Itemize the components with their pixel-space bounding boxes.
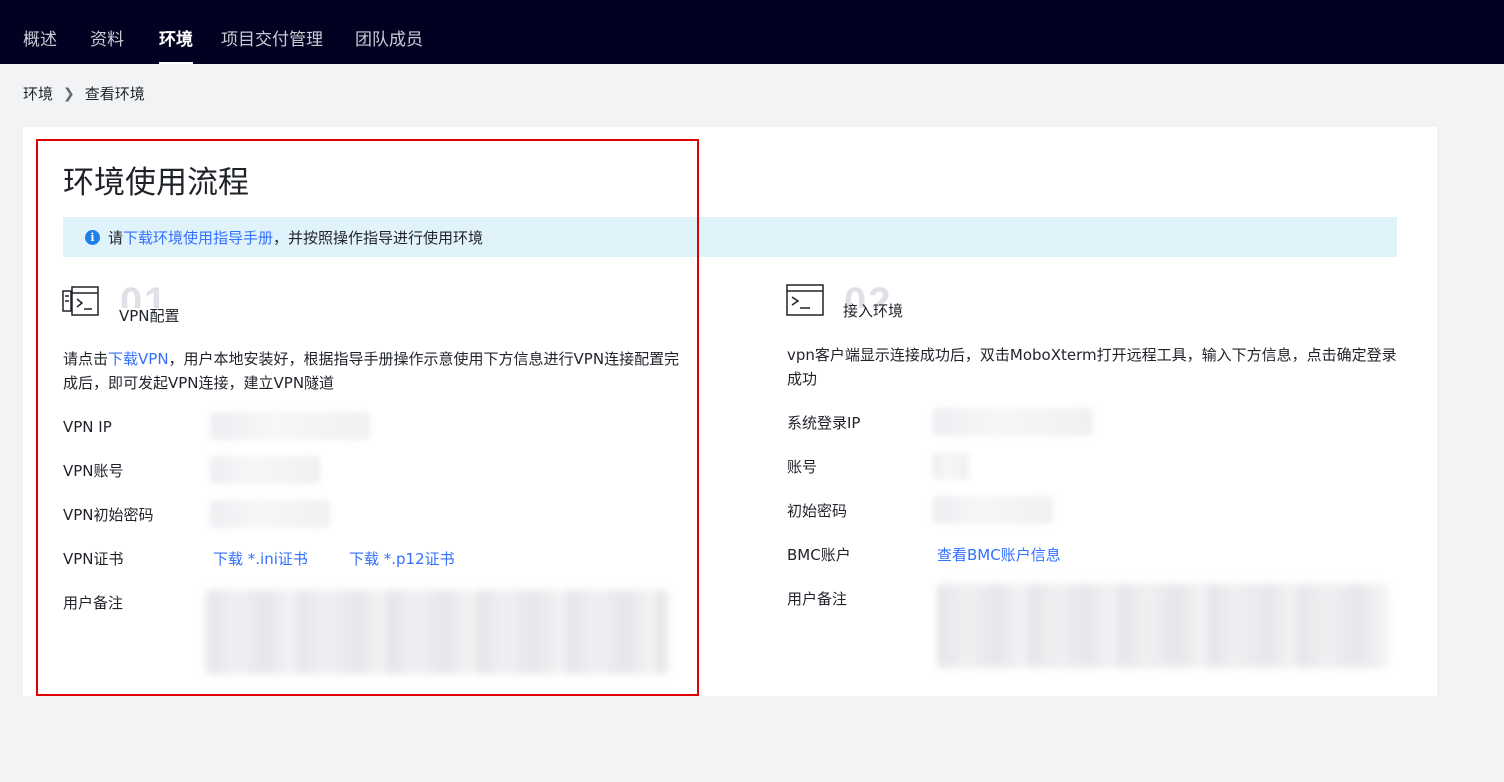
download-vpn-link[interactable]: 下载VPN	[108, 350, 169, 368]
vpn-cert-label: VPN证书	[63, 550, 124, 568]
notice-banner: i 请下载环境使用指导手册，并按照操作指导进行使用环境	[63, 217, 1397, 257]
notice-text: 请下载环境使用指导手册，并按照操作指导进行使用环境	[108, 227, 483, 248]
system-login-ip-label: 系统登录IP	[787, 414, 861, 432]
breadcrumb: 环境 ❯ 查看环境	[23, 84, 145, 104]
step-1-title: VPN配置	[119, 307, 180, 325]
vpn-password-value-redacted	[210, 500, 330, 528]
tab-overview[interactable]: 概述	[23, 28, 57, 64]
vpn-account-label: VPN账号	[63, 462, 124, 480]
view-bmc-account-link[interactable]: 查看BMC账户信息	[937, 545, 1061, 565]
step-1-remark-value-redacted	[206, 590, 668, 674]
vpn-ip-value-redacted	[210, 412, 370, 440]
step-1-desc-prefix: 请点击	[63, 350, 109, 368]
page-title: 环境使用流程	[63, 165, 249, 201]
breadcrumb-environment[interactable]: 环境	[23, 84, 53, 104]
tab-materials[interactable]: 资料	[90, 28, 124, 64]
download-p12-cert-link[interactable]: 下载 *.p12证书	[349, 549, 455, 569]
tab-team-members[interactable]: 团队成员	[355, 28, 423, 64]
info-icon: i	[85, 229, 100, 245]
vpn-password-label: VPN初始密码	[63, 506, 154, 524]
step-1-number: 01	[120, 282, 169, 308]
breadcrumb-current: 查看环境	[84, 85, 145, 103]
terminal-window-icon	[786, 284, 824, 316]
vpn-account-value-redacted	[210, 456, 320, 484]
account-label: 账号	[787, 458, 818, 476]
chevron-right-icon: ❯	[63, 86, 75, 102]
step-1-remark-label: 用户备注	[63, 594, 124, 612]
step-2-remark-value-redacted	[937, 584, 1388, 668]
step-2-remark-label: 用户备注	[787, 590, 848, 608]
account-value-redacted	[933, 452, 969, 480]
download-ini-cert-link[interactable]: 下载 *.ini证书	[213, 549, 308, 569]
step-2-title: 接入环境	[843, 302, 904, 320]
vpn-ip-label: VPN IP	[63, 418, 112, 436]
tab-environment[interactable]: 环境	[159, 28, 193, 64]
notice-prefix: 请	[108, 228, 124, 247]
terminal-config-icon	[62, 286, 99, 316]
download-guide-link[interactable]: 下载环境使用指导手册	[123, 229, 273, 247]
bmc-account-label: BMC账户	[787, 546, 851, 564]
system-login-ip-value-redacted	[933, 408, 1093, 436]
tab-project-delivery[interactable]: 项目交付管理	[221, 28, 323, 64]
initial-password-label: 初始密码	[787, 502, 848, 520]
initial-password-value-redacted	[933, 496, 1053, 524]
step-1-description: 请点击下载VPN，用户本地安装好，根据指导手册操作示意使用下方信息进行VPN连接…	[63, 347, 683, 395]
top-nav: 概述 资料 环境 项目交付管理 团队成员	[0, 0, 1504, 64]
step-2-description: vpn客户端显示连接成功后，双击MoboXterm打开远程工具，输入下方信息，点…	[787, 346, 1397, 388]
notice-suffix: ，并按照操作指导进行使用环境	[273, 228, 484, 247]
